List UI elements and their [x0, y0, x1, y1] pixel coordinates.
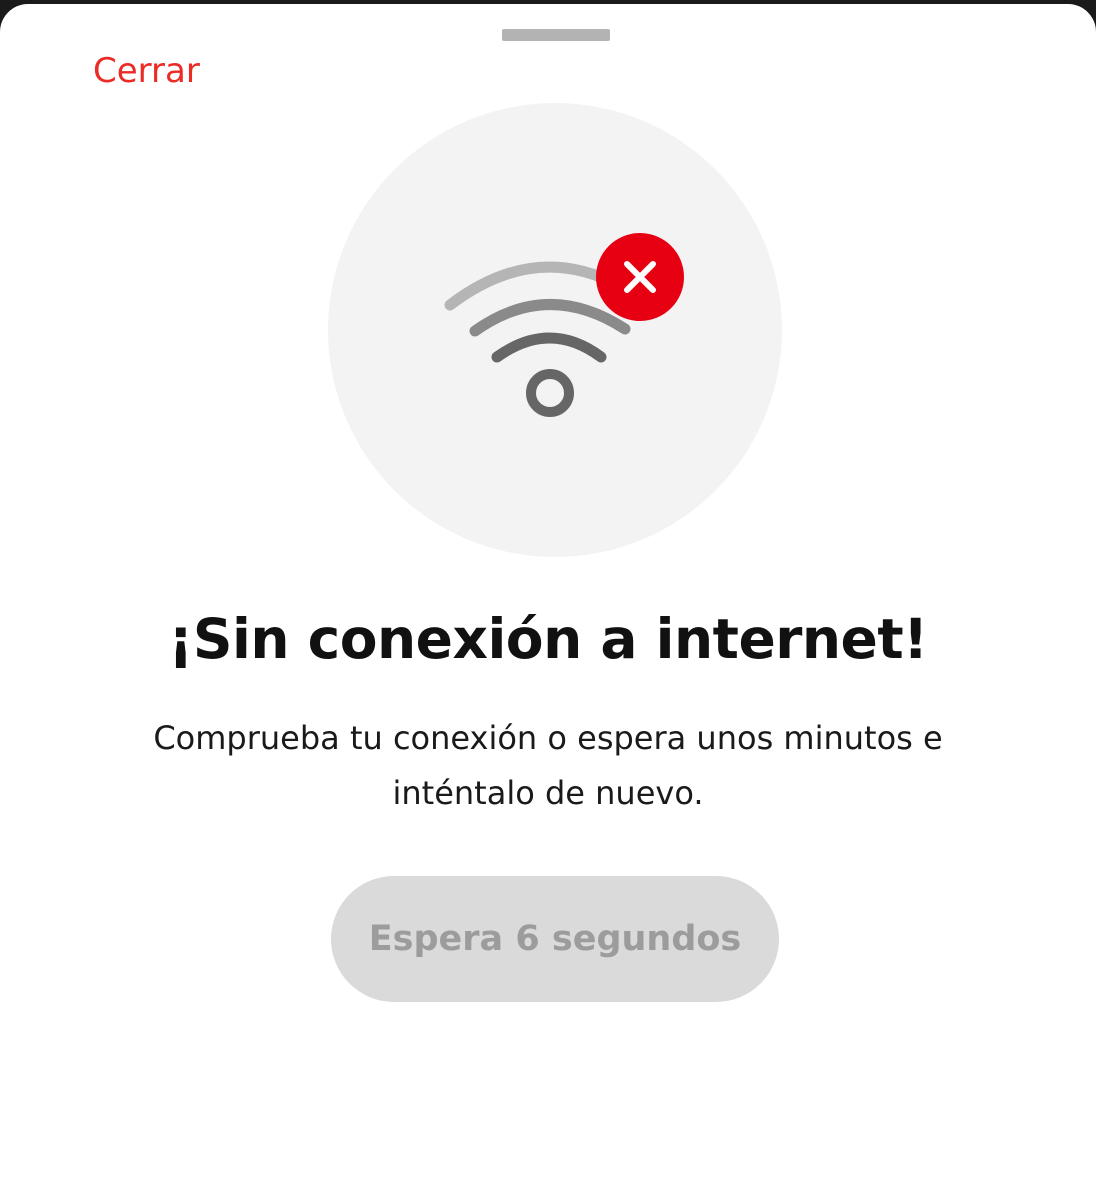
retry-wait-button-label: Espera 6 segundos: [368, 919, 742, 959]
sheet-grab-handle[interactable]: [502, 29, 610, 41]
connection-message: Comprueba tu conexión o espera unos minu…: [153, 719, 943, 812]
no-connection-illustration: [328, 103, 782, 557]
close-icon: [596, 233, 684, 321]
wifi-off-icon: [444, 233, 684, 417]
close-button[interactable]: Cerrar: [93, 48, 200, 94]
retry-wait-button[interactable]: Espera 6 segundos: [331, 876, 779, 1002]
bottom-sheet: Cerrar ¡Sin conexión a internet! Comprue…: [0, 4, 1096, 1200]
page-title: ¡Sin conexión a internet!: [168, 607, 928, 671]
